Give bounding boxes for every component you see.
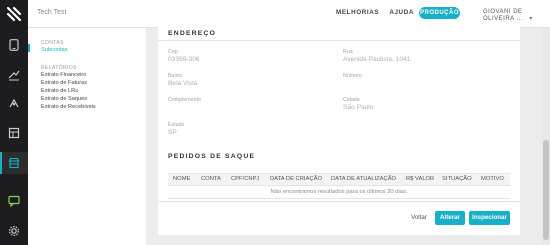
field-label-rua: Rua [343,49,353,55]
section-sidebar: CONTAS Subcontas RELATÓRIOS Extrato Fina… [28,28,146,245]
active-indicator [28,44,30,52]
field-value-cep: 03359-306 [168,56,200,63]
sidebar-item-extrato-saques[interactable]: Extrato de Saques [41,96,87,102]
link-ajuda[interactable]: AJUDA [389,9,414,16]
app-rail [0,0,28,245]
nav-mobile-icon[interactable] [0,34,28,56]
nav-store-icon[interactable] [0,152,28,174]
divider [158,201,520,202]
field-label-cidade: Cidade [343,97,360,103]
back-button[interactable]: Voltar [408,211,430,225]
sidebar-item-extrato-faturas[interactable]: Extrato de Faturas [41,80,87,86]
col-data-criacao[interactable]: DATA DE CRIAÇÃO [270,176,322,182]
sidebar-item-extrato-financeiro[interactable]: Extrato Financeiro [41,72,86,78]
withdrawals-table: NOME CONTA CPF/CNPJ DATA DE CRIAÇÃO DATA… [168,173,510,199]
nav-reports-icon[interactable] [0,122,28,144]
empty-results-row: Não encontramos resultados para os últim… [168,186,510,199]
sidebar-item-extrato-lrs[interactable]: Extrato de LRs [41,88,78,94]
col-motivo[interactable]: MOTIVO [481,176,504,182]
col-nome[interactable]: NOME [173,176,190,182]
col-conta[interactable]: CONTA [201,176,221,182]
top-links: MELHORIAS AJUDA [336,9,422,16]
user-name: GIOVANI DE OLIVEIRA ... [483,9,524,22]
app-title: Tech Test [37,9,67,16]
field-value-cidade: São Paulo [343,104,374,111]
nav-transfer-icon[interactable] [0,64,28,86]
link-melhorias[interactable]: MELHORIAS [336,9,379,16]
col-situacao[interactable]: SITUAÇÃO [442,176,472,182]
divider [158,40,520,41]
subaccount-detail-card: ENDEREÇO Cep 03359-306 Rua Avenida Pauli… [158,27,520,235]
top-bar: Tech Test MELHORIAS AJUDA PRODUÇÃO GIOVA… [28,0,550,28]
chevron-down-icon: ▾ [529,16,533,22]
field-value-bairro: Bela Vista [168,80,198,87]
environment-badge[interactable]: PRODUÇÃO [419,7,460,19]
field-value-rua: Avenida Paulista, 1041 [343,56,411,63]
field-label-cep: Cep [168,49,178,55]
nav-payments-icon[interactable] [0,92,28,114]
col-data-atualizacao[interactable]: DATA DE ATUALIZAÇÃO [331,176,396,182]
nav-settings-icon[interactable] [0,220,28,242]
field-label-numero: Número [343,73,362,79]
col-valor[interactable]: R$ VALOR [406,176,434,182]
sidebar-heading-relatorios: RELATÓRIOS [41,65,77,71]
field-label-complemento: Complemento [168,97,201,103]
nav-chat-icon[interactable] [0,190,28,212]
inspect-button[interactable]: Inspecionar [469,211,510,225]
table-header: NOME CONTA CPF/CNPJ DATA DE CRIAÇÃO DATA… [168,173,510,186]
brand-logo-icon [6,6,22,22]
field-value-estado: SP [168,129,177,136]
sidebar-heading-contas: CONTAS [41,40,64,46]
user-menu[interactable]: GIOVANI DE OLIVEIRA ... ▾ [483,9,550,22]
edit-button[interactable]: Alterar [435,211,465,225]
address-section-title: ENDEREÇO [168,30,217,37]
field-label-estado: Estado [168,122,185,128]
sidebar-item-subcontas[interactable]: Subcontas [41,47,67,53]
scrollbar-thumb[interactable] [543,140,549,240]
field-label-bairro: Bairro [168,73,183,79]
col-cpf-cnpj[interactable]: CPF/CNPJ [231,176,259,182]
withdrawals-section-title: PEDIDOS DE SAQUE [168,153,256,160]
page-scrollbar[interactable] [542,28,550,245]
sidebar-item-extrato-recebiveis[interactable]: Extrato de Recebíveis [41,104,96,110]
